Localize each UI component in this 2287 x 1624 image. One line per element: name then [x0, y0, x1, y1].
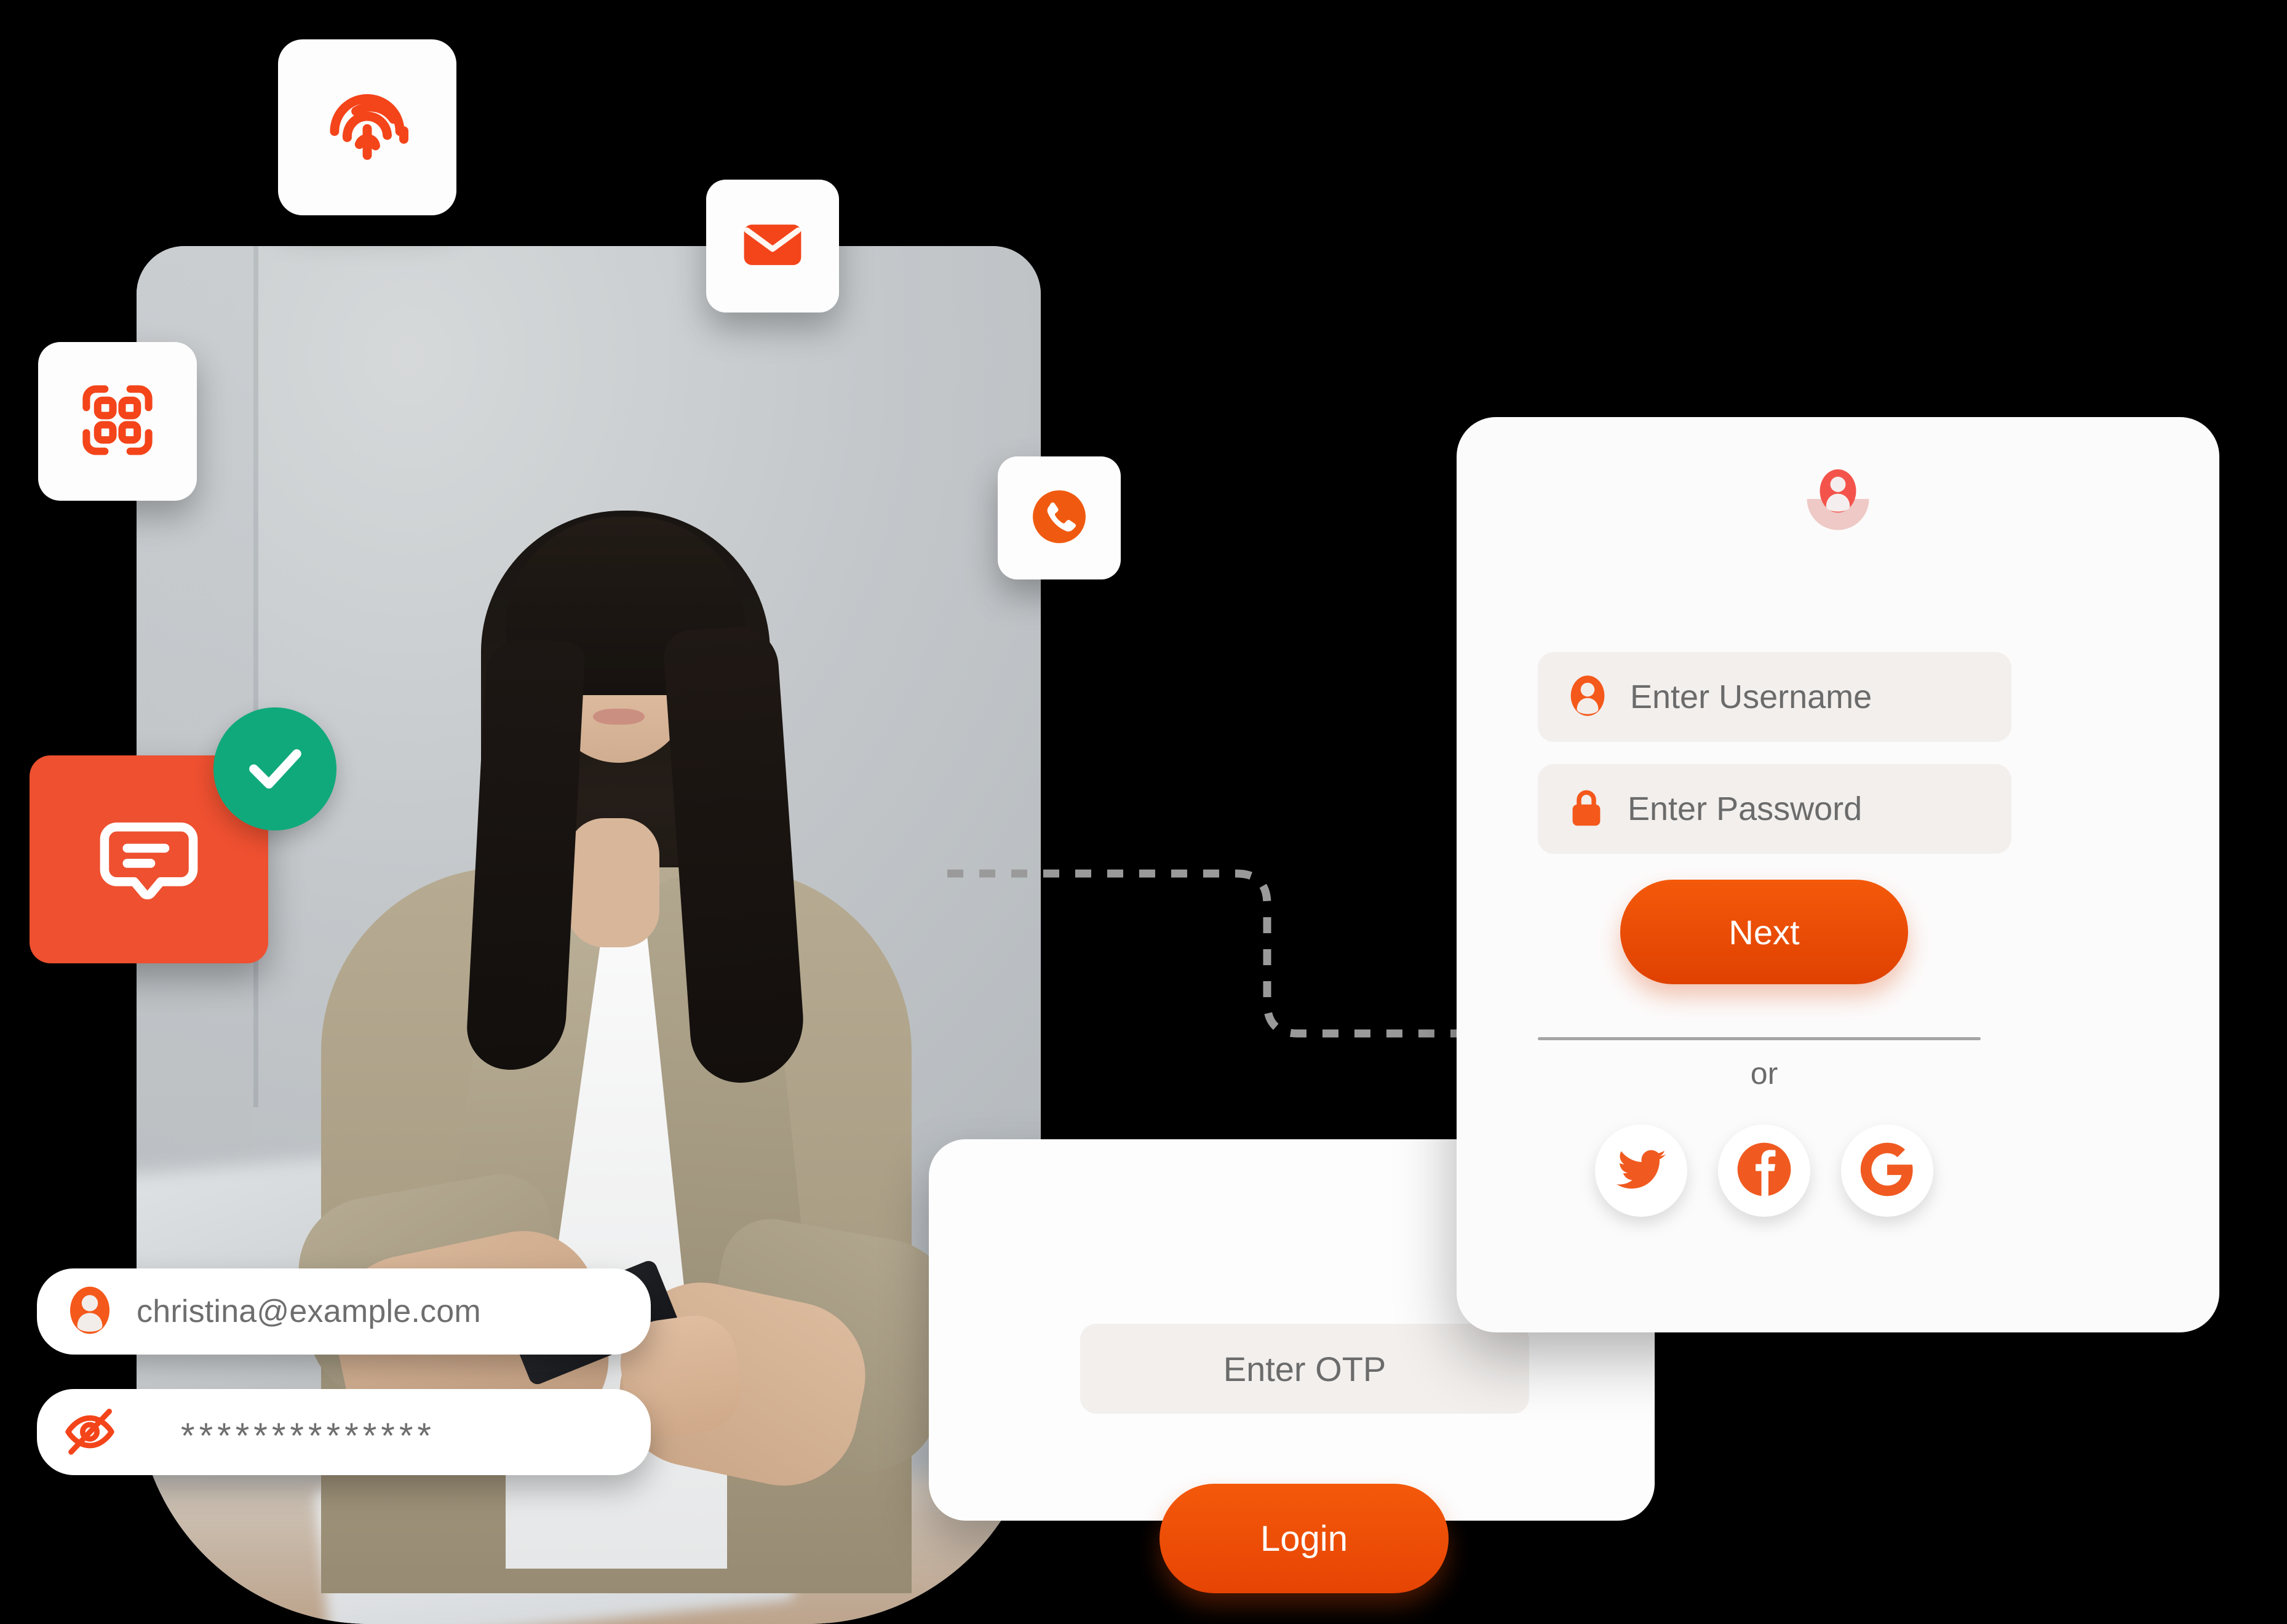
twitter-icon [1612, 1140, 1671, 1202]
qr-scan-icon [75, 378, 160, 466]
envelope-icon [737, 209, 808, 284]
user-avatar-icon [60, 1281, 119, 1343]
google-icon [1855, 1137, 1919, 1204]
illustration-stage: christina@example.com ************** Ent… [0, 0, 2287, 1624]
password-placeholder: Enter Password [1628, 790, 1863, 827]
google-login-button[interactable] [1841, 1124, 1933, 1217]
login-card: Enter Username Enter Password Next or [1457, 417, 2219, 1332]
qr-scan-tile[interactable] [38, 342, 197, 501]
fingerprint-tile[interactable] [278, 39, 456, 215]
check-icon [239, 731, 311, 807]
email-value: christina@example.com [137, 1294, 481, 1329]
phone-icon [1025, 482, 1094, 554]
phone-tile[interactable] [998, 456, 1121, 579]
neck [567, 818, 659, 947]
username-placeholder: Enter Username [1630, 679, 1872, 715]
chat-bubble-icon [92, 802, 205, 918]
divider [1538, 1037, 1981, 1040]
twitter-login-button[interactable] [1595, 1124, 1687, 1217]
social-login-row [1530, 1124, 1998, 1217]
fingerprint-icon [315, 74, 420, 181]
password-input[interactable]: Enter Password [1538, 764, 2011, 854]
email-tile[interactable] [706, 180, 839, 312]
lips [593, 709, 645, 725]
or-label: or [1750, 1056, 1778, 1091]
avatar [1796, 459, 1880, 543]
password-pill[interactable]: ************** [37, 1389, 651, 1475]
password-mask: ************** [181, 1415, 436, 1456]
next-button[interactable]: Next [1620, 880, 1908, 984]
eye-off-icon [60, 1401, 119, 1463]
facebook-icon [1732, 1137, 1796, 1204]
user-avatar-icon [1562, 671, 1613, 724]
lock-icon [1562, 784, 1610, 835]
otp-input[interactable]: Enter OTP [1080, 1324, 1529, 1414]
otp-placeholder: Enter OTP [1223, 1349, 1386, 1388]
login-button[interactable]: Login [1159, 1484, 1449, 1593]
email-pill[interactable]: christina@example.com [37, 1268, 651, 1355]
username-input[interactable]: Enter Username [1538, 652, 2011, 742]
facebook-login-button[interactable] [1718, 1124, 1810, 1217]
dashed-connector [947, 855, 1464, 1052]
verified-badge [213, 707, 336, 830]
